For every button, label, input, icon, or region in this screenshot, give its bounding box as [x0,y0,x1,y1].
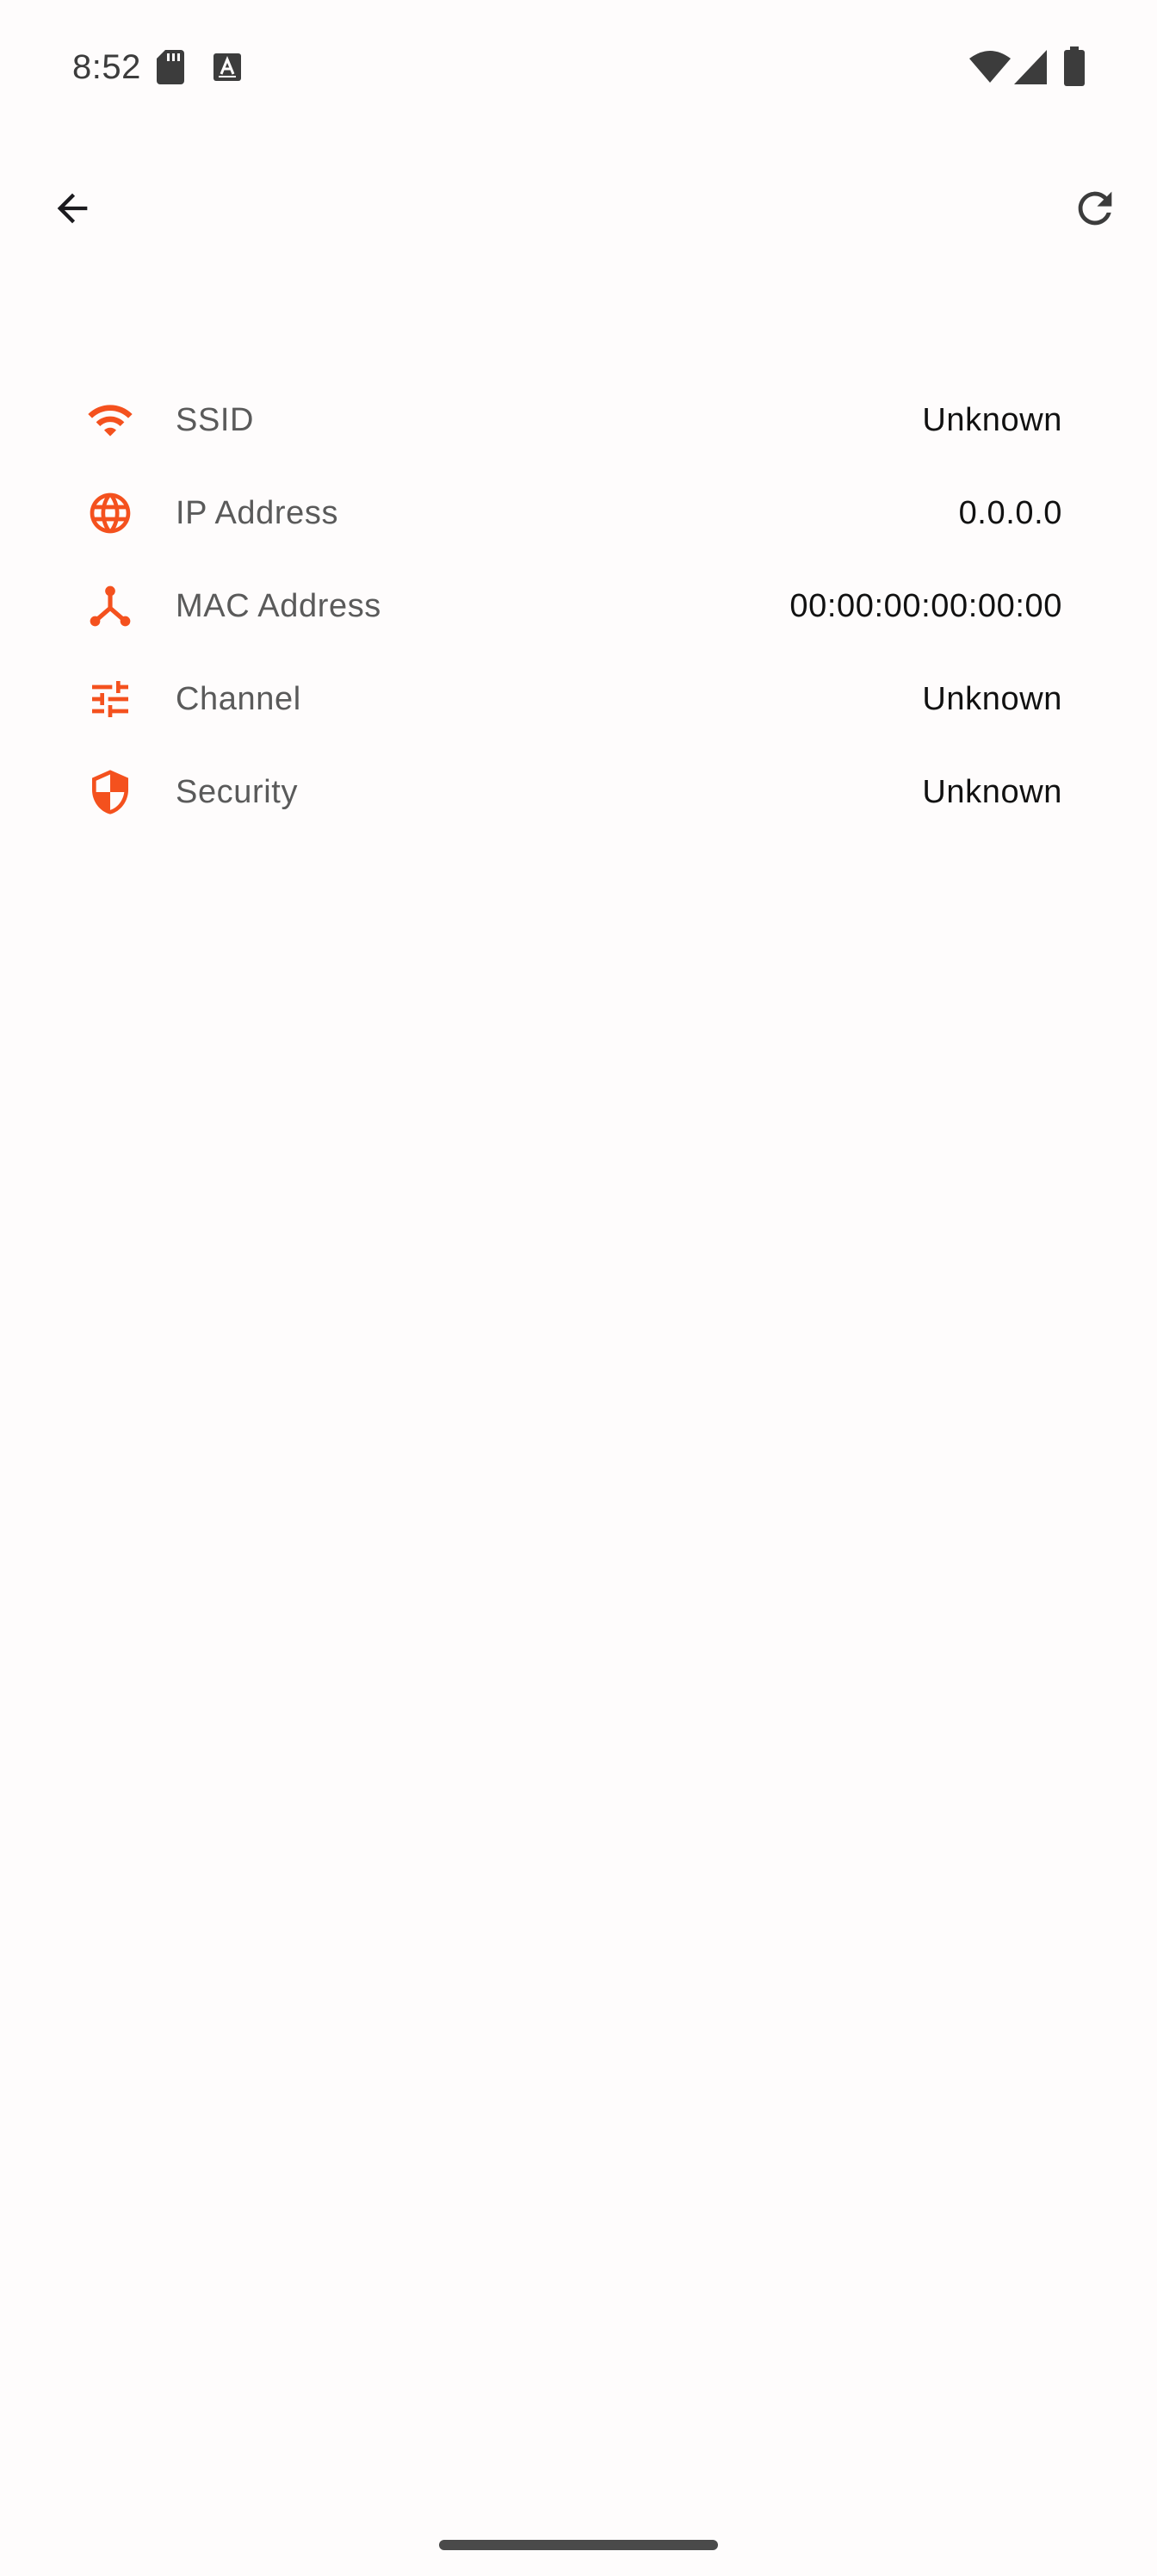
status-bar: 8:52 [0,0,1157,138]
ssid-label: SSID [176,401,255,438]
battery-icon [1064,46,1085,90]
arrow-back-icon [50,186,95,235]
info-row-ssid: SSID Unknown [86,374,1062,467]
wifi-icon [86,396,134,444]
security-value: Unknown [922,773,1062,810]
channel-value: Unknown [922,680,1062,717]
wifi-icon [969,50,1011,89]
channel-label: Channel [176,680,301,717]
text-a-icon [213,53,241,85]
security-label: Security [176,773,299,810]
network-info-list: SSID Unknown IP Address 0.0.0.0 MAC Addr… [86,374,1062,839]
gesture-nav-handle[interactable] [439,2540,718,2550]
status-time: 8:52 [72,48,141,86]
network-node-icon [86,582,134,630]
refresh-icon [1070,183,1120,238]
info-row-mac-address: MAC Address 00:00:00:00:00:00 [86,560,1062,653]
shield-icon [86,768,134,816]
refresh-button[interactable] [1047,162,1143,258]
cell-signal-icon [1014,50,1047,89]
back-button[interactable] [24,162,121,258]
mac-address-value: 00:00:00:00:00:00 [789,587,1062,624]
ssid-value: Unknown [922,401,1062,438]
globe-icon [86,489,134,537]
app-bar [0,146,1157,274]
ip-address-label: IP Address [176,494,339,531]
mac-address-label: MAC Address [176,587,381,624]
tune-icon [86,675,134,723]
info-row-security: Security Unknown [86,746,1062,839]
sd-card-icon [157,50,184,89]
info-row-channel: Channel Unknown [86,653,1062,746]
info-row-ip-address: IP Address 0.0.0.0 [86,467,1062,560]
ip-address-value: 0.0.0.0 [958,494,1062,531]
